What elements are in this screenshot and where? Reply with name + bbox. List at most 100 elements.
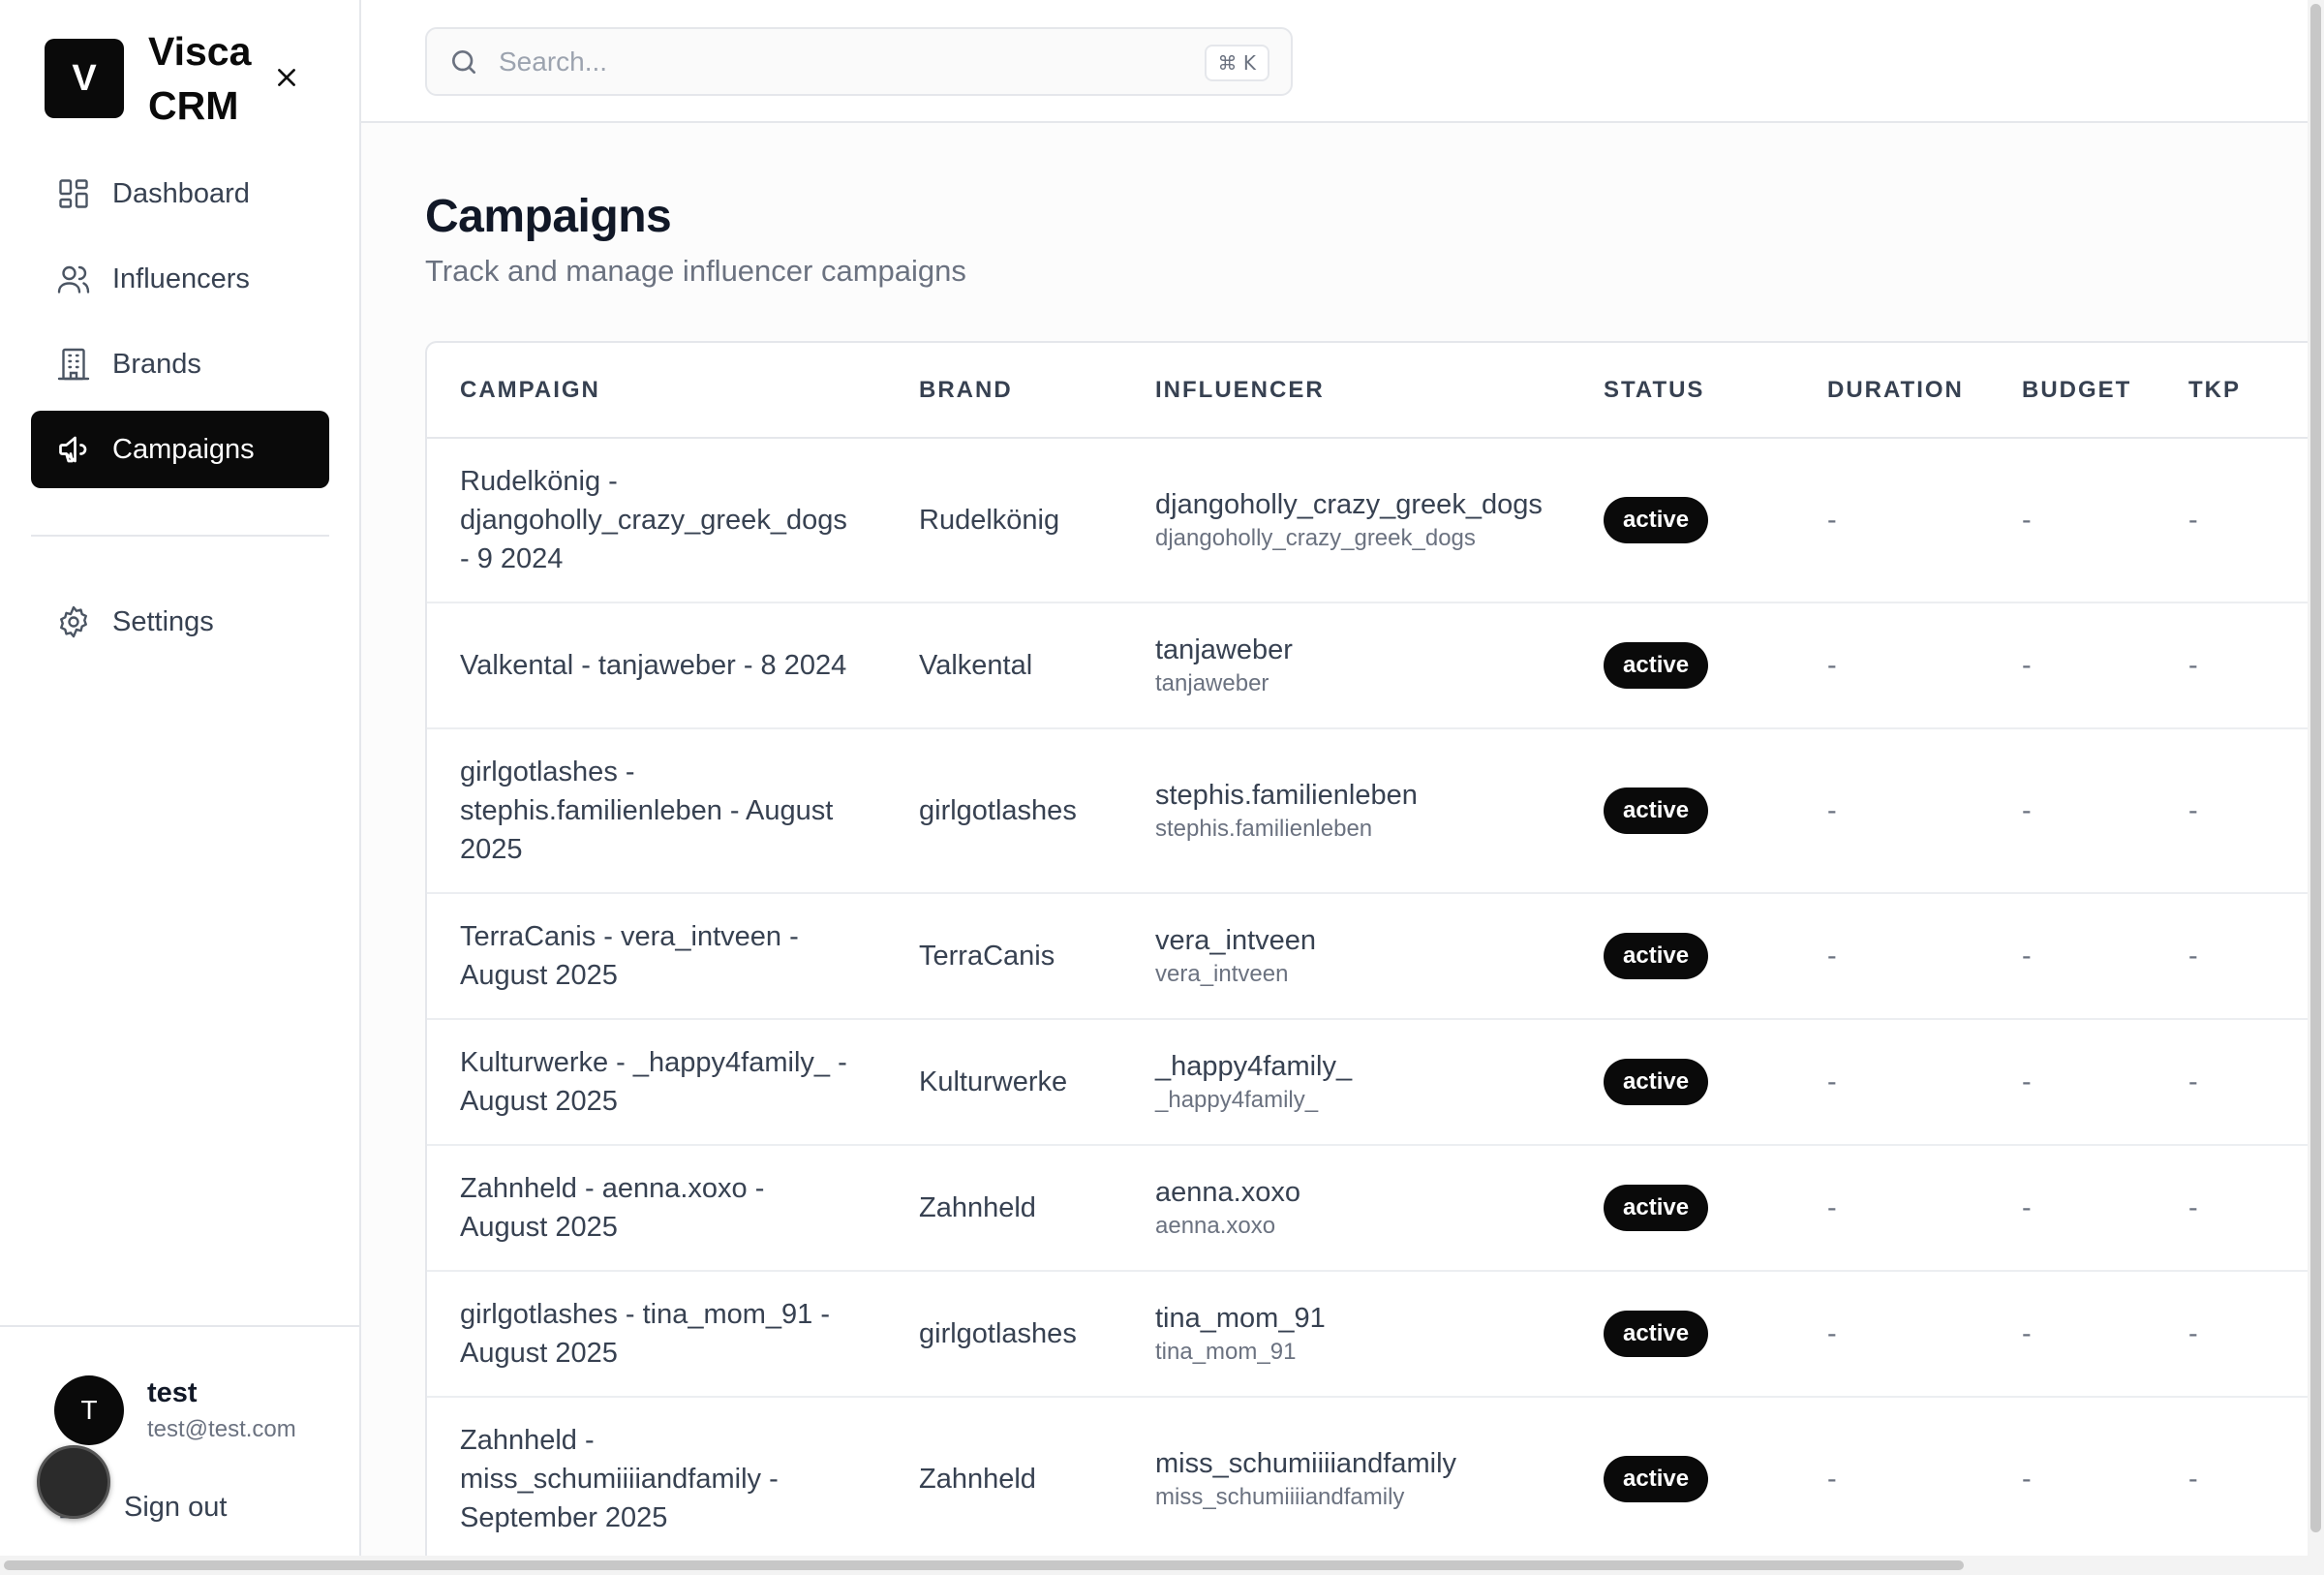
table-row[interactable]: Zahnheld - miss_schumiiiiandfamily - Sep… bbox=[427, 1397, 2313, 1562]
table-row[interactable]: Valkental - tanjaweber - 8 2024 Valkenta… bbox=[427, 602, 2313, 729]
status-badge: active bbox=[1604, 788, 1709, 834]
gear-icon bbox=[54, 602, 93, 641]
influencer-handle: aenna.xoxo bbox=[1155, 1213, 1276, 1239]
brand-name: TerraCanis bbox=[886, 893, 1122, 1020]
table-row[interactable]: Zahnheld - aenna.xoxo - August 2025 Zahn… bbox=[427, 1145, 2313, 1272]
duration-value: - bbox=[1794, 893, 1989, 1020]
brand-name: Zahnheld bbox=[886, 1397, 1122, 1562]
influencer-name[interactable]: tina_mom_91 bbox=[1155, 1300, 1571, 1337]
status-cell: active bbox=[1571, 1397, 1794, 1562]
status-cell: active bbox=[1571, 1271, 1794, 1398]
influencer-name[interactable]: miss_schumiiiiandfamily bbox=[1155, 1445, 1571, 1482]
status-badge: active bbox=[1604, 1311, 1709, 1357]
sidebar-item-campaigns[interactable]: Campaigns bbox=[31, 411, 329, 488]
brand: V Visca CRM bbox=[45, 25, 335, 132]
budget-value: - bbox=[1989, 438, 2156, 603]
floating-action-button[interactable] bbox=[37, 1445, 110, 1519]
sidebar-item-settings[interactable]: Settings bbox=[31, 583, 329, 661]
campaign-name[interactable]: TerraCanis - vera_intveen - August 2025 bbox=[427, 893, 886, 1020]
brand-name: Kulturwerke bbox=[886, 1019, 1122, 1146]
status-cell: active bbox=[1571, 438, 1794, 603]
sidebar-item-label: Influencers bbox=[112, 262, 250, 294]
status-badge: active bbox=[1604, 642, 1709, 689]
app-name: Visca CRM bbox=[148, 29, 252, 128]
sidebar: V Visca CRM Dashboard Influencers Brands bbox=[0, 0, 361, 1575]
influencer-cell: miss_schumiiiiandfamily miss_schumiiiiand… bbox=[1122, 1397, 1571, 1562]
sidebar-item-influencers[interactable]: Influencers bbox=[31, 240, 329, 318]
campaign-name[interactable]: Kulturwerke - _happy4family_ - August 20… bbox=[427, 1019, 886, 1146]
close-sidebar-button[interactable] bbox=[267, 58, 306, 97]
campaign-name[interactable]: Zahnheld - aenna.xoxo - August 2025 bbox=[427, 1145, 886, 1272]
brand-name: Rudelkönig bbox=[886, 438, 1122, 603]
table-row[interactable]: Kulturwerke - _happy4family_ - August 20… bbox=[427, 1019, 2313, 1146]
column-header-tkp[interactable]: TKP bbox=[2156, 343, 2313, 439]
sidebar-item-dashboard[interactable]: Dashboard bbox=[31, 155, 329, 232]
tkp-value: - bbox=[2156, 1397, 2313, 1562]
megaphone-icon bbox=[54, 430, 93, 469]
influencer-handle: vera_intveen bbox=[1155, 961, 1289, 987]
influencer-name[interactable]: stephis.familienleben bbox=[1155, 777, 1571, 814]
sidebar-item-label: Brands bbox=[112, 348, 201, 380]
influencer-handle: miss_schumiiiiandfamily bbox=[1155, 1484, 1405, 1510]
influencer-handle: stephis.familienleben bbox=[1155, 816, 1373, 842]
user-name: test bbox=[147, 1377, 198, 1408]
campaign-name[interactable]: Zahnheld - miss_schumiiiiandfamily - Sep… bbox=[427, 1397, 886, 1562]
influencer-name[interactable]: tanjaweber bbox=[1155, 632, 1571, 668]
campaigns-table: CAMPAIGN BRAND INFLUENCER STATUS DURATIO… bbox=[427, 343, 2313, 1562]
duration-value: - bbox=[1794, 1271, 1989, 1398]
sign-out-label: Sign out bbox=[124, 1491, 228, 1523]
campaign-name[interactable]: girlgotlashes - tina_mom_91 - August 202… bbox=[427, 1271, 886, 1398]
campaign-name[interactable]: girlgotlashes - stephis.familienleben - … bbox=[427, 728, 886, 894]
status-badge: active bbox=[1604, 1059, 1709, 1105]
duration-value: - bbox=[1794, 1397, 1989, 1562]
column-header-influencer[interactable]: INFLUENCER bbox=[1122, 343, 1571, 439]
app-logo: V bbox=[45, 39, 124, 118]
influencer-name[interactable]: _happy4family_ bbox=[1155, 1048, 1571, 1085]
influencer-name[interactable]: vera_intveen bbox=[1155, 922, 1571, 959]
column-header-campaign[interactable]: CAMPAIGN bbox=[427, 343, 886, 439]
campaign-name[interactable]: Valkental - tanjaweber - 8 2024 bbox=[427, 602, 886, 729]
search-box[interactable]: ⌘ K bbox=[425, 27, 1293, 96]
budget-value: - bbox=[1989, 728, 2156, 894]
sidebar-item-brands[interactable]: Brands bbox=[31, 325, 329, 403]
influencer-handle: _happy4family_ bbox=[1155, 1087, 1319, 1113]
nav-divider bbox=[31, 535, 329, 537]
campaign-name[interactable]: Rudelkönig - djangoholly_crazy_greek_dog… bbox=[427, 438, 886, 603]
column-header-brand[interactable]: BRAND bbox=[886, 343, 1122, 439]
sidebar-nav: Dashboard Influencers Brands Campaigns bbox=[31, 155, 329, 496]
duration-value: - bbox=[1794, 1145, 1989, 1272]
horizontal-scrollbar[interactable] bbox=[0, 1556, 2308, 1575]
table-row[interactable]: TerraCanis - vera_intveen - August 2025 … bbox=[427, 893, 2313, 1020]
page-title: Campaigns bbox=[425, 191, 672, 242]
column-header-budget[interactable]: BUDGET bbox=[1989, 343, 2156, 439]
brand-name: girlgotlashes bbox=[886, 728, 1122, 894]
sidebar-item-label: Settings bbox=[112, 605, 214, 637]
close-icon bbox=[278, 69, 295, 86]
search-input[interactable] bbox=[499, 46, 1157, 77]
influencer-handle: tina_mom_91 bbox=[1155, 1339, 1297, 1365]
column-header-duration[interactable]: DURATION bbox=[1794, 343, 1989, 439]
budget-value: - bbox=[1989, 893, 2156, 1020]
budget-value: - bbox=[1989, 1019, 2156, 1146]
influencer-handle: tanjaweber bbox=[1155, 670, 1269, 696]
horizontal-scroll-thumb[interactable] bbox=[4, 1560, 1964, 1570]
table-row[interactable]: girlgotlashes - stephis.familienleben - … bbox=[427, 728, 2313, 894]
column-header-status[interactable]: STATUS bbox=[1571, 343, 1794, 439]
table-row[interactable]: girlgotlashes - tina_mom_91 - August 202… bbox=[427, 1271, 2313, 1398]
search-icon bbox=[452, 49, 475, 74]
vertical-scroll-thumb[interactable] bbox=[2310, 4, 2321, 1532]
influencer-name[interactable]: djangoholly_crazy_greek_dogs bbox=[1155, 486, 1571, 523]
avatar[interactable]: T bbox=[54, 1375, 124, 1445]
influencer-name[interactable]: aenna.xoxo bbox=[1155, 1174, 1571, 1211]
tkp-value: - bbox=[2156, 1019, 2313, 1146]
table-row[interactable]: Rudelkönig - djangoholly_crazy_greek_dog… bbox=[427, 438, 2313, 603]
sidebar-item-label: Campaigns bbox=[112, 433, 255, 465]
tkp-value: - bbox=[2156, 728, 2313, 894]
vertical-scrollbar[interactable] bbox=[2308, 0, 2324, 1575]
influencer-cell: tanjaweber tanjaweber bbox=[1122, 602, 1571, 729]
budget-value: - bbox=[1989, 1271, 2156, 1398]
influencer-cell: tina_mom_91 tina_mom_91 bbox=[1122, 1271, 1571, 1398]
user-email: test@test.com bbox=[147, 1416, 296, 1442]
building-icon bbox=[54, 345, 93, 384]
budget-value: - bbox=[1989, 1397, 2156, 1562]
